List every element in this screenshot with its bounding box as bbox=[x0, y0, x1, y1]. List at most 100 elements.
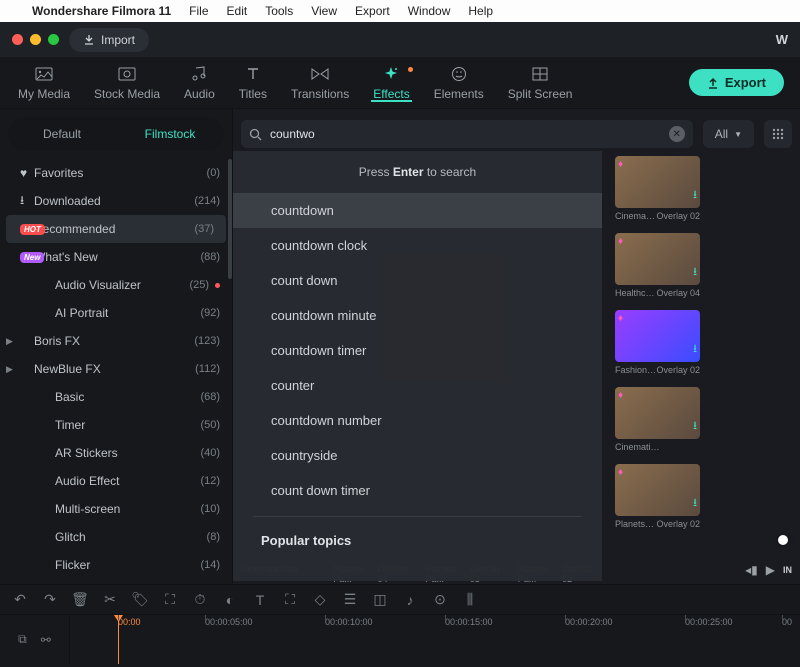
grid-icon bbox=[531, 65, 549, 83]
audio-button[interactable]: ♪ bbox=[402, 592, 418, 608]
cut-button[interactable]: ✂ bbox=[102, 592, 118, 608]
undo-button[interactable]: ↶ bbox=[12, 592, 28, 608]
detach-button[interactable]: ◫ bbox=[372, 592, 388, 608]
sidebar-tab-default[interactable]: Default bbox=[8, 120, 116, 148]
gem-icon: ♦ bbox=[618, 159, 623, 170]
stock-icon bbox=[118, 65, 136, 83]
menu-window[interactable]: Window bbox=[408, 4, 451, 18]
sidebar-item-multi-screen[interactable]: Multi-screen(10) bbox=[0, 495, 232, 523]
menu-edit[interactable]: Edit bbox=[227, 4, 248, 18]
suggest-item[interactable]: counter bbox=[233, 368, 602, 403]
download-icon[interactable]: ⭳ bbox=[693, 417, 697, 436]
tab-label: Split Screen bbox=[508, 87, 573, 101]
minimize-icon[interactable] bbox=[30, 34, 41, 45]
text-button[interactable]: T bbox=[252, 592, 268, 608]
crop-button[interactable]: ⛶ bbox=[162, 592, 178, 608]
download-icon[interactable]: ⭳ bbox=[693, 494, 697, 513]
sidebar-item-downloaded[interactable]: ⭳Downloaded(214) bbox=[0, 187, 232, 215]
suggest-item[interactable]: countdown clock bbox=[233, 228, 602, 263]
menu-file[interactable]: File bbox=[189, 4, 208, 18]
sidebar-item-scanline[interactable]: Scanline(5) bbox=[0, 579, 232, 584]
suggest-item[interactable]: countdown bbox=[233, 193, 602, 228]
fit-button[interactable]: ⛶ bbox=[282, 592, 298, 608]
sidebar-item-glitch[interactable]: Glitch(8) bbox=[0, 523, 232, 551]
sidebar-tab-filmstock[interactable]: Filmstock bbox=[116, 120, 224, 148]
sidebar-item-ai-portrait[interactable]: AI Portrait(92) bbox=[0, 299, 232, 327]
sidebar-item-ar-stickers[interactable]: AR Stickers(40) bbox=[0, 439, 232, 467]
suggest-item[interactable]: count down bbox=[233, 263, 602, 298]
sidebar-item-favorites[interactable]: ♥Favorites(0) bbox=[0, 159, 232, 187]
tab-elements[interactable]: Elements bbox=[422, 65, 496, 101]
effect-thumb[interactable]: ♦⭳Healthcar...Overlay 04 bbox=[615, 233, 700, 298]
sidebar-list[interactable]: ♥Favorites(0) ⭳Downloaded(214) HOTRecomm… bbox=[0, 159, 232, 584]
view-grid-button[interactable] bbox=[764, 120, 792, 148]
time-tick: 00:00:15:00 bbox=[445, 617, 493, 627]
adjust-button[interactable]: ☰ bbox=[342, 592, 358, 608]
redo-button[interactable]: ↷ bbox=[42, 592, 58, 608]
effect-thumb[interactable]: ♦⭳Cinematic...Overlay 02 bbox=[615, 156, 700, 221]
link-button[interactable]: ⚯ bbox=[41, 633, 51, 647]
delete-button[interactable]: 🗑 bbox=[72, 592, 88, 608]
app-title[interactable]: Wondershare Filmora 11 bbox=[32, 4, 171, 18]
record-button[interactable]: ⊙ bbox=[432, 592, 448, 608]
menu-tools[interactable]: Tools bbox=[265, 4, 293, 18]
export-button[interactable]: Export bbox=[689, 69, 784, 96]
window-titlebar: Import W bbox=[0, 22, 800, 57]
menu-help[interactable]: Help bbox=[468, 4, 493, 18]
keyframe-button[interactable]: ◇ bbox=[312, 592, 328, 608]
volume-slider-handle[interactable] bbox=[778, 535, 788, 545]
tab-stock-media[interactable]: Stock Media bbox=[82, 65, 172, 101]
copy-button[interactable]: ⧉ bbox=[18, 632, 27, 647]
sidebar-item-boris-fx[interactable]: ▶Boris FX(123) bbox=[0, 327, 232, 355]
speed-button[interactable]: ⏱ bbox=[192, 592, 208, 608]
suggest-item[interactable]: countdown minute bbox=[233, 298, 602, 333]
download-icon[interactable]: ⭳ bbox=[693, 186, 697, 205]
download-icon[interactable]: ⭳ bbox=[693, 263, 697, 282]
filter-dropdown[interactable]: All▼ bbox=[703, 120, 754, 148]
sidebar-item-recommended[interactable]: HOTRecommended(37) bbox=[6, 215, 226, 243]
sidebar-item-whats-new[interactable]: NewWhat's New(88) bbox=[0, 243, 232, 271]
in-label: IN bbox=[783, 565, 792, 575]
menu-view[interactable]: View bbox=[311, 4, 337, 18]
popular-topics-heading: Popular topics bbox=[233, 525, 602, 556]
maximize-icon[interactable] bbox=[48, 34, 59, 45]
download-icon[interactable]: ⭳ bbox=[693, 340, 697, 359]
divider bbox=[253, 516, 582, 517]
sidebar-item-audio-visualizer[interactable]: Audio Visualizer(25) bbox=[0, 271, 232, 299]
color-button[interactable]: ◐ bbox=[222, 592, 238, 608]
menu-export[interactable]: Export bbox=[355, 4, 390, 18]
effect-thumb[interactable]: ♦⭳CinematicThree bbox=[615, 387, 700, 452]
effects-content: ✕ All▼ Press Enter to search countdown c… bbox=[233, 109, 800, 584]
scrollbar[interactable] bbox=[228, 159, 232, 279]
suggest-item[interactable]: countryside bbox=[233, 438, 602, 473]
tab-my-media[interactable]: My Media bbox=[6, 65, 82, 101]
import-button[interactable]: Import bbox=[69, 28, 149, 52]
tab-split-screen[interactable]: Split Screen bbox=[496, 65, 585, 101]
search-input[interactable] bbox=[270, 127, 661, 141]
sidebar-item-newblue-fx[interactable]: ▶NewBlue FX(112) bbox=[0, 355, 232, 383]
clear-search-button[interactable]: ✕ bbox=[669, 126, 685, 142]
close-icon[interactable] bbox=[12, 34, 23, 45]
timeline-left-tools: ⧉ ⚯ bbox=[0, 615, 70, 664]
suggest-item[interactable]: countdown timer bbox=[233, 333, 602, 368]
new-badge: New bbox=[20, 252, 44, 263]
prev-button[interactable]: ◂▮ bbox=[745, 563, 758, 577]
tab-titles[interactable]: Titles bbox=[227, 65, 279, 101]
suggest-item[interactable]: count down timer bbox=[233, 473, 602, 508]
sidebar-item-basic[interactable]: Basic(68) bbox=[0, 383, 232, 411]
suggest-item[interactable]: countdown number bbox=[233, 403, 602, 438]
timeline-ruler[interactable]: 00:00 00:00:05:00 00:00:10:00 00:00:15:0… bbox=[70, 615, 800, 664]
tab-transitions[interactable]: Transitions bbox=[279, 65, 361, 101]
play-button[interactable]: ▶ bbox=[766, 563, 775, 577]
tab-audio[interactable]: Audio bbox=[172, 65, 227, 101]
tab-effects[interactable]: Effects bbox=[361, 65, 421, 101]
sidebar-item-flicker[interactable]: Flicker(14) bbox=[0, 551, 232, 579]
effect-thumb[interactable]: ♦⭳Planets Pa...Overlay 02 bbox=[615, 464, 700, 529]
sidebar-item-timer[interactable]: Timer(50) bbox=[0, 411, 232, 439]
tag-button[interactable]: 🏷 bbox=[132, 592, 148, 608]
notification-dot-icon bbox=[408, 67, 413, 72]
effect-thumb[interactable]: ♦⭳Fashion P...Overlay 02 bbox=[615, 310, 700, 375]
tab-label: Stock Media bbox=[94, 87, 160, 101]
mixer-button[interactable]: ⫼ bbox=[462, 592, 478, 608]
sidebar-item-audio-effect[interactable]: Audio Effect(12) bbox=[0, 467, 232, 495]
